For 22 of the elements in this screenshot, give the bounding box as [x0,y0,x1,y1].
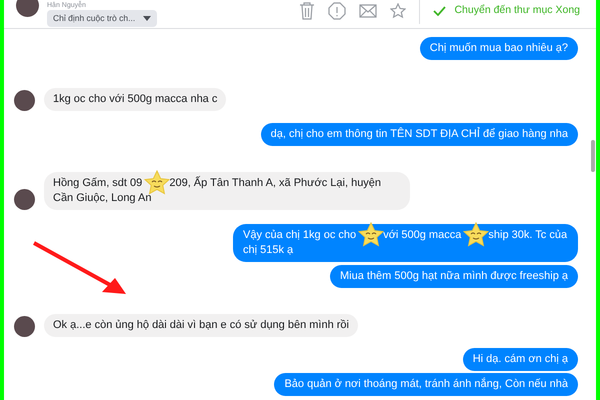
received-message: Hồng Gấm, sdt 09 209, Ấp Tân Thanh A, xã Phước Lại, huyện Cần Giuộc, Long An [44,172,410,210]
avatar [14,189,35,210]
trash-icon[interactable] [299,2,316,20]
sent-message: Miua thêm 500g hạt nữa mình được freeship ạ [330,265,578,288]
envelope-icon[interactable] [359,4,378,18]
checkmark-icon [433,6,446,16]
star-icon[interactable] [390,3,406,19]
sent-message: Chị muốn mua bao nhiêu ạ? [420,37,578,60]
sent-message: dạ, chị cho em thông tin TÊN SDT ĐỊA CHỈ để giao hàng nha [260,123,578,146]
assign-dropdown[interactable]: Chỉ định cuộc trò ch... [47,10,158,27]
sent-message: Bảo quản ở nơi thoáng mát, tránh ánh nắng, Còn nếu nhà [274,373,578,396]
sent-message: Hi dạ. cám ơn chị ạ [462,348,578,371]
sent-message: Vậy của chị 1kg oc cho với 500g macca ship 30k. Tc của chị 515k ạ [233,224,578,262]
scrollbar[interactable] [591,140,595,172]
received-message: Ok ạ...e còn ủng hộ dài dài vì bạn e có sử dụng bên mình rồi [44,314,358,337]
star-sticker-icon [462,222,490,248]
alert-icon[interactable] [328,2,346,20]
caret-icon [143,16,152,21]
avatar [16,0,39,17]
avatar [14,90,35,111]
avatar [14,316,35,337]
received-message: 1kg oc cho với 500g macca nha c [44,88,226,111]
